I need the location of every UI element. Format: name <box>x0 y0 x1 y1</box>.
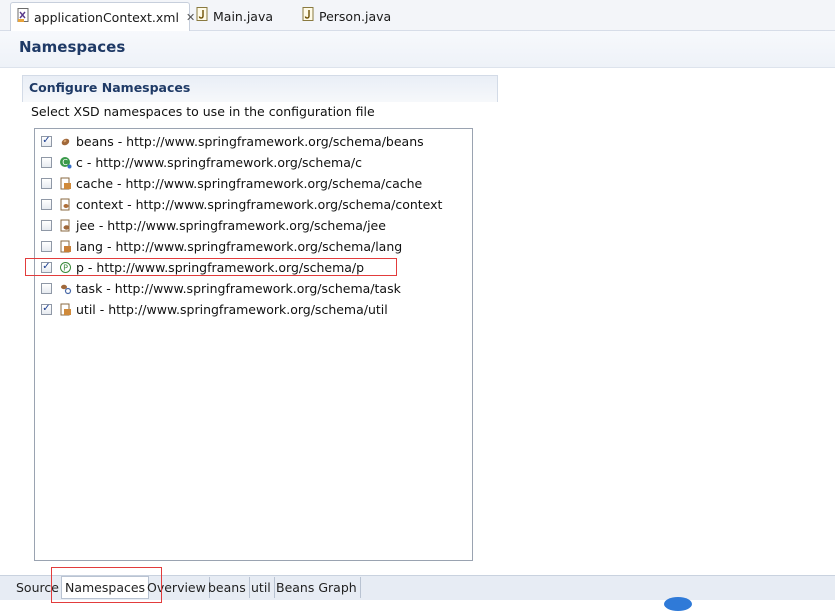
java-file-icon <box>196 7 209 25</box>
namespace-label: jee - http://www.springframework.org/sch… <box>76 217 386 233</box>
list-item[interactable]: lang - http://www.springframework.org/sc… <box>41 236 402 256</box>
configure-namespaces-section-header[interactable]: Configure Namespaces <box>22 75 498 102</box>
page-title: Namespaces <box>19 38 126 56</box>
editor-tab-bar: applicationContext.xml ✕ Main.java Perso… <box>0 0 835 31</box>
jee-icon <box>59 219 72 232</box>
namespace-label: lang - http://www.springframework.org/sc… <box>76 238 403 254</box>
lang-icon <box>59 240 72 253</box>
checkbox[interactable]: ✓ <box>41 303 52 315</box>
c-namespace-icon: C <box>59 156 72 169</box>
task-icon <box>59 282 72 295</box>
section-description: Select XSD namespaces to use in the conf… <box>31 104 375 119</box>
namespace-label: task - http://www.springframework.org/sc… <box>76 280 401 296</box>
namespace-label: c - http://www.springframework.org/schem… <box>76 154 362 170</box>
list-item[interactable]: cache - http://www.springframework.org/s… <box>41 173 422 193</box>
java-file-icon <box>302 7 315 25</box>
checkbox[interactable] <box>41 177 52 189</box>
checkbox[interactable]: ✓ <box>41 135 52 147</box>
close-tab-icon[interactable]: ✕ <box>186 11 195 24</box>
list-item[interactable]: ✓ beans - http://www.springframework.org… <box>41 131 424 151</box>
list-item[interactable]: task - http://www.springframework.org/sc… <box>41 278 401 298</box>
util-icon <box>59 303 72 316</box>
page-header: Namespaces <box>0 31 835 68</box>
namespace-label: cache - http://www.springframework.org/s… <box>76 175 423 191</box>
section-title: Configure Namespaces <box>29 80 191 95</box>
list-item[interactable]: jee - http://www.springframework.org/sch… <box>41 215 386 235</box>
tab-label: applicationContext.xml <box>34 9 179 25</box>
tab-util[interactable]: util <box>248 577 275 598</box>
tab-person-java[interactable]: Person.java <box>302 2 391 30</box>
tab-applicationcontext-xml[interactable]: applicationContext.xml ✕ <box>10 2 195 31</box>
namespace-label: beans - http://www.springframework.org/s… <box>76 133 424 149</box>
bean-icon <box>59 135 72 148</box>
highlight-box <box>51 567 162 603</box>
namespace-label: util - http://www.springframework.org/sc… <box>76 301 388 317</box>
tab-label: Main.java <box>213 8 274 24</box>
check-mark: ✓ <box>42 303 51 314</box>
xml-file-icon <box>17 8 30 26</box>
checkbox[interactable] <box>41 219 52 231</box>
namespace-list[interactable]: ✓ beans - http://www.springframework.org… <box>34 128 473 561</box>
checkbox[interactable] <box>41 156 52 168</box>
list-item[interactable]: context - http://www.springframework.org… <box>41 194 442 214</box>
tab-label: Person.java <box>319 8 392 24</box>
tab-beans[interactable]: beans <box>205 577 250 598</box>
svg-text:C: C <box>62 158 68 167</box>
cache-icon <box>59 177 72 190</box>
list-item[interactable]: C c - http://www.springframework.org/sch… <box>41 152 362 172</box>
check-mark: ✓ <box>42 135 51 146</box>
namespace-label: context - http://www.springframework.org… <box>76 196 443 212</box>
highlight-box <box>25 258 397 276</box>
checkbox[interactable] <box>41 282 52 294</box>
context-icon <box>59 198 72 211</box>
checkbox[interactable] <box>41 240 52 252</box>
floating-widget <box>664 597 692 611</box>
checkbox[interactable] <box>41 198 52 210</box>
list-item[interactable]: ✓ util - http://www.springframework.org/… <box>41 299 388 319</box>
tab-main-java[interactable]: Main.java <box>196 2 273 30</box>
tab-beans-graph[interactable]: Beans Graph <box>273 577 361 598</box>
